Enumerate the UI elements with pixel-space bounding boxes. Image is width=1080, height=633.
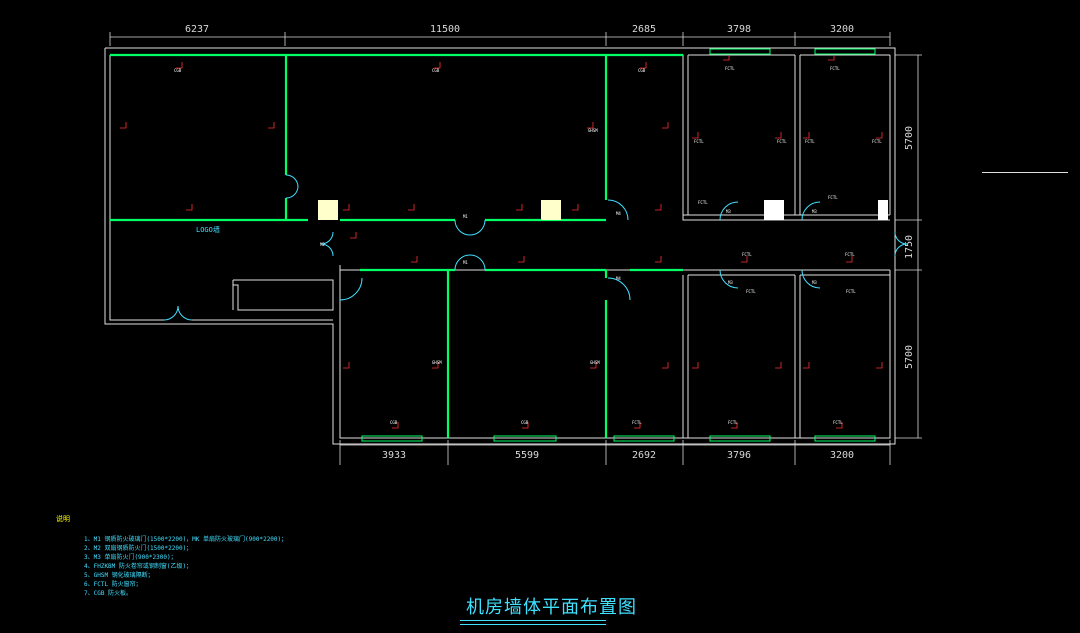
dim-right-2: 1750 — [904, 235, 915, 259]
dim-top-2: 11500 — [430, 24, 460, 35]
tag-cgb-1: CGB — [174, 68, 182, 73]
dim-top-1: 6237 — [185, 24, 209, 35]
tag-cgb-3: CGB — [638, 68, 646, 73]
separator-line — [982, 172, 1068, 173]
dim-top-3: 2685 — [632, 24, 656, 35]
drawing-title: 机房墙体平面布置图 — [466, 597, 637, 618]
dim-bottom-5: 3200 — [830, 450, 854, 461]
door-label-m3-b: M3 — [812, 209, 817, 214]
dim-right-3: 5700 — [904, 345, 915, 369]
tag-cgb-2: CGB — [432, 68, 440, 73]
note-item: 1、M1 钢质防火玻璃门(1500*2200)，MK 单扇防火玻璃门(900*2… — [84, 536, 288, 543]
dim-top-5: 3200 — [830, 24, 854, 35]
dim-bottom-3: 2692 — [632, 450, 656, 461]
tag-fctl-7: FCTL — [698, 200, 708, 205]
tag-fctl-11: FCTL — [746, 289, 756, 294]
dim-right-1: 5700 — [904, 126, 915, 150]
doors — [163, 174, 908, 321]
tag-fctl-6: FCTL — [872, 139, 882, 144]
door-label-m1-b: M1 — [463, 260, 468, 265]
tag-fctl-14: FCTL — [728, 420, 738, 425]
note-item: 7、CGB 防火板。 — [84, 590, 133, 597]
tag-fctl-8: FCTL — [828, 195, 838, 200]
tag-fctl-13: FCTL — [632, 420, 642, 425]
door-label-m4-b: M4 — [616, 276, 621, 281]
tag-fctl-5: FCTL — [805, 139, 815, 144]
tag-fctl-4: FCTL — [777, 139, 787, 144]
note-item: 3、M3 单扇防火门(900*2300)； — [84, 554, 177, 561]
tag-cgb-4: CGB — [390, 420, 398, 425]
tag-fctl-12: FCTL — [846, 289, 856, 294]
door-label-m3-a: M3 — [726, 209, 731, 214]
tag-fctl-3: FCTL — [694, 139, 704, 144]
dim-bottom-2: 5599 — [515, 450, 539, 461]
logo-wall-label: LOGO墙 — [196, 225, 220, 234]
tag-ghsm-2: GHSM — [432, 360, 442, 365]
note-item: 4、FHZKBM 防火卷帘或钢制窗(乙级)； — [84, 563, 193, 570]
note-item: 2、M2 双扇钢质防火门(1500*2200)； — [84, 545, 193, 552]
title-underline — [460, 620, 606, 621]
note-item: 6、FCTL 防火窗帘； — [84, 581, 142, 588]
tag-fctl-9: FCTL — [742, 252, 752, 257]
tag-ghsm-3: GHSM — [590, 360, 600, 365]
dim-bottom-1: 3933 — [382, 450, 406, 461]
tag-fctl-1: FCTL — [725, 66, 735, 71]
door-label-m1-a: M1 — [463, 214, 468, 219]
note-item: 5、GHSM 钢化玻璃隔断； — [84, 572, 154, 579]
tag-fctl-2: FCTL — [830, 66, 840, 71]
tag-ghsm-1: GHSM — [588, 128, 598, 133]
dim-top-4: 3798 — [727, 24, 751, 35]
tag-fctl-15: FCTL — [833, 420, 843, 425]
door-label-m4-a: M4 — [616, 211, 621, 216]
dim-bottom-4: 3796 — [727, 450, 751, 461]
notes-list: 1、M1 钢质防火玻璃门(1500*2200)，MK 单扇防火玻璃门(900*2… — [84, 535, 287, 598]
windows — [361, 48, 876, 442]
title-underline-2 — [460, 624, 606, 625]
door-label-m3-d: M3 — [812, 280, 817, 285]
columns-white — [764, 200, 888, 220]
door-label-m3-c: M3 — [728, 280, 733, 285]
door-label-m2: M2 — [320, 242, 325, 247]
columns — [318, 200, 561, 220]
tag-fctl-10: FCTL — [845, 252, 855, 257]
outer-walls — [104, 47, 896, 445]
tag-cgb-5: CGB — [521, 420, 529, 425]
notes-heading: 说明 — [56, 515, 70, 523]
glass-partitions — [110, 53, 683, 438]
tag-marks — [120, 56, 883, 429]
